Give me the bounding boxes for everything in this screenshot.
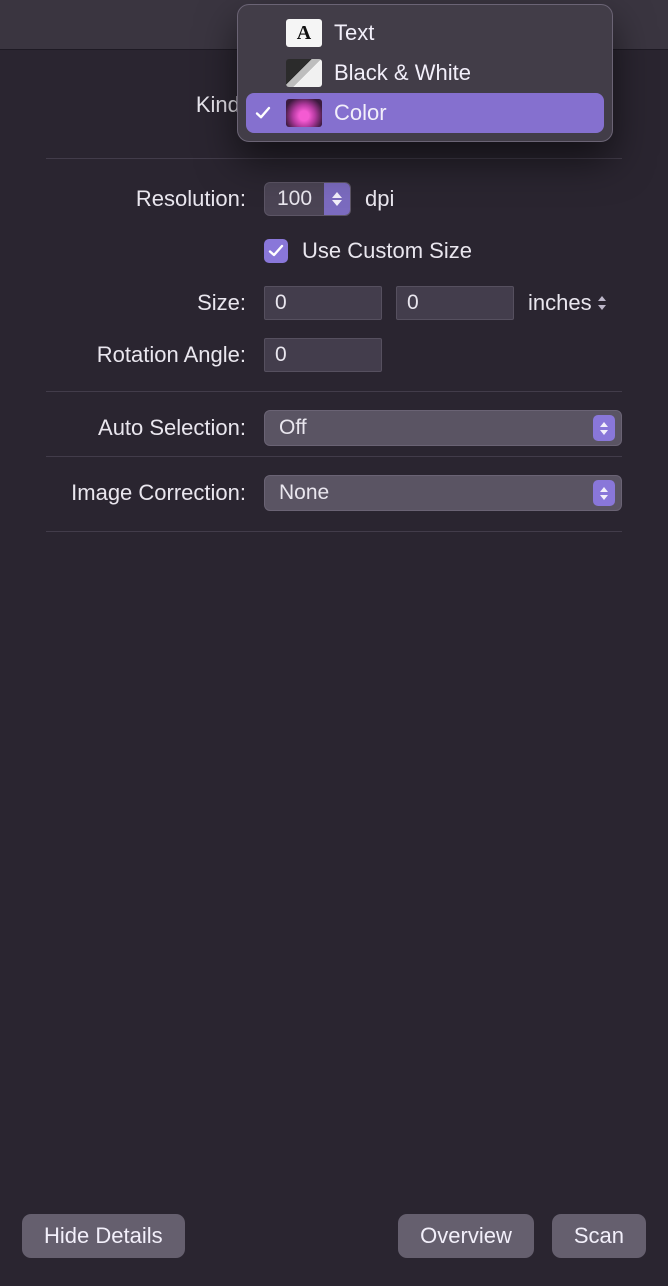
- auto-selection-row: Auto Selection: Off: [46, 391, 622, 446]
- rotation-label: Rotation Angle:: [46, 342, 246, 368]
- size-width-input[interactable]: [264, 286, 382, 320]
- kind-label: Kind:: [46, 92, 246, 118]
- stepper-arrows-icon[interactable]: [324, 183, 350, 215]
- kind-option-color[interactable]: Color: [246, 93, 604, 133]
- overview-button[interactable]: Overview: [398, 1214, 534, 1258]
- color-thumbnail-icon: [286, 99, 322, 127]
- auto-selection-label: Auto Selection:: [46, 415, 246, 441]
- image-correction-label: Image Correction:: [46, 480, 246, 506]
- kind-option-text[interactable]: A Text: [246, 13, 604, 53]
- rotation-row: Rotation Angle:: [46, 329, 622, 381]
- hide-details-button[interactable]: Hide Details: [22, 1214, 185, 1258]
- separator-4: [46, 531, 622, 532]
- checkmark-icon: [252, 105, 274, 121]
- kind-dropdown-menu[interactable]: A Text Black & White Color: [237, 4, 613, 142]
- auto-selection-value: Off: [279, 416, 307, 440]
- kind-option-bw[interactable]: Black & White: [246, 53, 604, 93]
- image-correction-value: None: [279, 481, 329, 505]
- image-correction-row: Image Correction: None: [46, 456, 622, 511]
- text-thumbnail-icon: A: [286, 19, 322, 47]
- resolution-row: Resolution: 100 dpi: [46, 173, 622, 225]
- kind-option-label: Text: [334, 20, 374, 46]
- checkmark-icon: [268, 243, 284, 259]
- size-height-input[interactable]: [396, 286, 514, 320]
- use-custom-size-row: Use Custom Size: [46, 225, 622, 277]
- use-custom-size-checkbox[interactable]: [264, 239, 288, 263]
- size-unit-label: inches: [528, 290, 592, 316]
- auto-selection-popup[interactable]: Off: [264, 410, 622, 446]
- separator-1: [46, 158, 622, 159]
- size-unit-select[interactable]: inches: [528, 290, 606, 316]
- footer-toolbar: Hide Details Overview Scan: [0, 1196, 668, 1286]
- size-row: Size: inches: [46, 277, 622, 329]
- use-custom-size-label: Use Custom Size: [302, 238, 472, 264]
- resolution-stepper[interactable]: 100: [264, 182, 351, 216]
- kind-option-label: Color: [334, 100, 387, 126]
- resolution-label: Resolution:: [46, 186, 246, 212]
- rotation-input[interactable]: [264, 338, 382, 372]
- popup-arrows-icon: [593, 480, 615, 506]
- kind-option-label: Black & White: [334, 60, 471, 86]
- size-label: Size:: [46, 290, 246, 316]
- resolution-value: 100: [265, 183, 324, 215]
- image-correction-popup[interactable]: None: [264, 475, 622, 511]
- resolution-unit: dpi: [365, 186, 394, 212]
- popup-arrows-icon: [593, 415, 615, 441]
- scan-button[interactable]: Scan: [552, 1214, 646, 1258]
- updown-arrows-icon: [598, 296, 606, 310]
- bw-thumbnail-icon: [286, 59, 322, 87]
